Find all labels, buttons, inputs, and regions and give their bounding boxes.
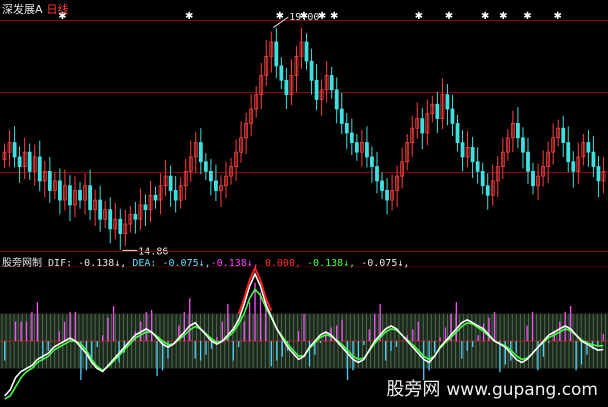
candle-body <box>57 180 62 201</box>
high-price-label: 19.00 <box>289 12 319 23</box>
candle-body <box>208 170 213 182</box>
candle-body <box>475 161 480 172</box>
indicator-name[interactable]: 股旁网制 <box>2 258 42 269</box>
candle-body <box>561 127 566 143</box>
candle-body <box>586 142 591 153</box>
candle-body <box>470 146 475 163</box>
candle-body <box>274 41 279 67</box>
watermark-url: www.gupang.com <box>446 380 598 400</box>
candle-body <box>566 142 571 163</box>
candle-body <box>571 161 576 172</box>
candle-body <box>78 190 82 201</box>
dea-label: DEA: <box>132 258 157 269</box>
indicator-bars <box>0 282 608 381</box>
candle-body <box>214 180 218 191</box>
candle-body <box>173 190 178 201</box>
candle-body <box>531 170 535 187</box>
signal-marker: ✱ <box>415 11 423 22</box>
candle-body <box>385 190 389 201</box>
candle-body <box>591 151 596 167</box>
candle-body <box>445 94 450 110</box>
candle-body <box>339 108 344 124</box>
indicator-header: 股旁网制 DIF: -0.138↓, DEA: -0.075↓,-0.138↓,… <box>2 254 409 269</box>
candle-body <box>365 142 369 158</box>
candle-body <box>284 79 289 96</box>
candle-body <box>108 209 113 230</box>
value-5: -0.138↓, <box>307 258 356 269</box>
candle-body <box>304 41 309 62</box>
candle-body <box>349 132 354 143</box>
candle-body <box>17 156 22 167</box>
candle-body <box>47 170 52 191</box>
candle-body <box>344 123 349 134</box>
candle-body <box>480 170 485 187</box>
candle-body <box>460 142 465 158</box>
candle-body <box>370 156 374 167</box>
candle-body <box>329 75 334 91</box>
signal-marker: ✱ <box>330 11 338 22</box>
value-3: -0.138↓, <box>210 258 259 269</box>
candle-body <box>88 185 92 211</box>
price-candles[interactable] <box>2 27 606 250</box>
candle-body <box>526 151 530 172</box>
candle-body <box>334 89 339 110</box>
candle-body <box>455 123 460 143</box>
price-grid <box>0 20 608 173</box>
candle-body <box>68 185 72 206</box>
candle-body <box>98 199 103 220</box>
candle-body <box>153 194 158 201</box>
dif-label: DIF: <box>48 258 73 269</box>
candle-body <box>12 142 17 158</box>
signal-marker: ✱ <box>445 11 453 22</box>
candle-body <box>596 166 601 182</box>
stock-title: 深发展A <box>2 3 43 16</box>
candle-body <box>118 218 123 235</box>
candle-body <box>37 156 42 182</box>
period-label[interactable]: 日线 <box>47 3 69 16</box>
signal-marker: ✱ <box>185 11 193 22</box>
candle-body <box>198 142 203 163</box>
price-labels: 19.0014.86 <box>122 12 319 257</box>
signal-marker: ✱ <box>553 11 561 22</box>
signal-marker: ✱ <box>499 11 507 22</box>
signal-marker: ✱ <box>523 11 531 22</box>
candle-body <box>203 161 208 172</box>
candle-body <box>435 103 440 120</box>
watermark-site: 股旁网 <box>386 379 441 400</box>
candle-body <box>354 142 359 153</box>
candle-body <box>309 60 314 81</box>
candle-body <box>168 175 173 191</box>
value-6: -0.075↓, <box>361 258 410 269</box>
signal-marker: ✱ <box>481 11 489 22</box>
candle-body <box>27 151 32 172</box>
candle-body <box>375 166 379 182</box>
chart-stage: ✱ ✱ ✱ ✱ ✱ ✱ ✱ ✱ ✱ ✱ ✱ ✱ 19.0014.86 <box>0 11 608 400</box>
candle-body <box>143 204 148 211</box>
candle-body <box>516 123 520 139</box>
watermark: 股旁网 www.gupang.com <box>386 375 598 401</box>
dea-value: -0.075↓, <box>162 258 211 269</box>
value-4: 0.000, <box>264 258 301 269</box>
candle-body <box>314 79 319 100</box>
candle-body <box>420 118 425 134</box>
candle-body <box>485 185 490 196</box>
dif-value: -0.138↓, <box>78 258 127 269</box>
candle-body <box>380 180 384 191</box>
chart-header: 深发展A 日线 <box>2 1 69 17</box>
candle-body <box>450 108 455 124</box>
candle-body <box>521 137 525 153</box>
candle-body <box>279 65 284 81</box>
candle-body <box>133 214 138 220</box>
